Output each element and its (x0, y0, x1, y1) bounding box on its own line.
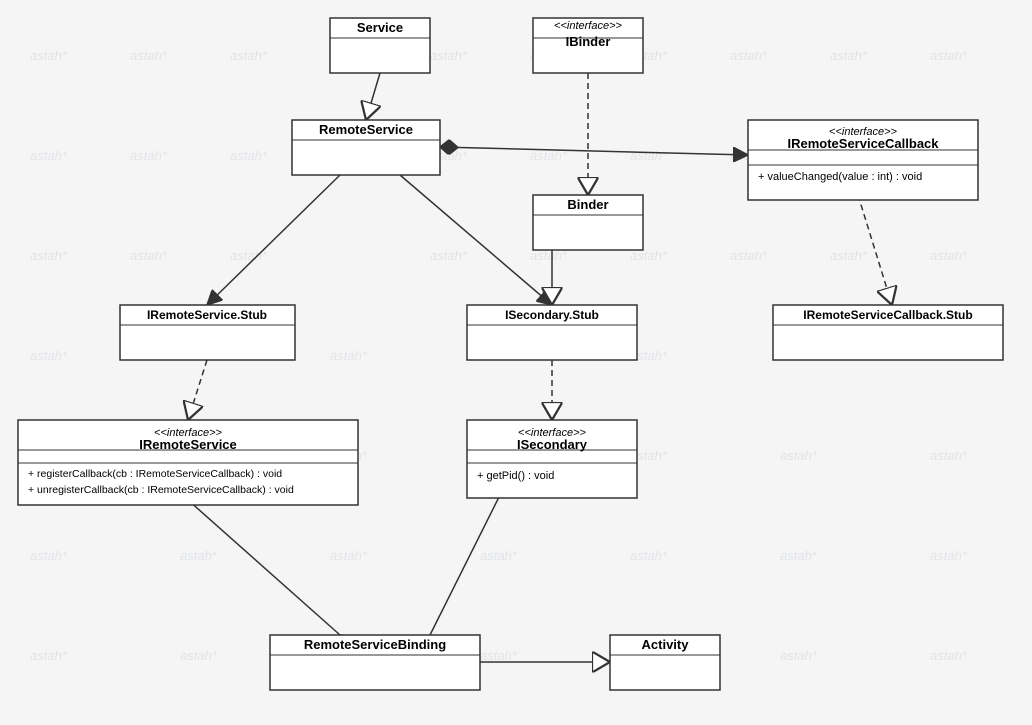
svg-text:astah*: astah* (30, 48, 68, 63)
svg-text:astah*: astah* (430, 248, 468, 263)
svg-text:IRemoteService.Stub: IRemoteService.Stub (147, 308, 267, 322)
svg-text:astah*: astah* (780, 548, 818, 563)
diagram-canvas: astah* astah* astah* astah* astah* astah… (0, 0, 1032, 725)
svg-text:RemoteService: RemoteService (319, 122, 413, 137)
svg-text:astah*: astah* (30, 348, 68, 363)
class-IRemoteServiceCallback-Stub: IRemoteServiceCallback.Stub (773, 305, 1003, 360)
svg-text:astah*: astah* (30, 648, 68, 663)
svg-text:astah*: astah* (430, 48, 468, 63)
svg-text:astah*: astah* (930, 548, 968, 563)
class-Binder: Binder (533, 195, 643, 250)
svg-text:astah*: astah* (30, 148, 68, 163)
svg-text:astah*: astah* (30, 548, 68, 563)
svg-text:+ valueChanged(value : int) :: + valueChanged(value : int) : void (758, 171, 922, 183)
svg-text:astah*: astah* (930, 248, 968, 263)
svg-text:astah*: astah* (180, 548, 218, 563)
svg-text:ISecondary: ISecondary (517, 437, 588, 452)
svg-text:astah*: astah* (130, 248, 168, 263)
svg-text:<<interface>>: <<interface>> (554, 20, 622, 32)
class-IBinder: <<interface>> IBinder (533, 18, 643, 73)
svg-text:+ getPid() : void: + getPid() : void (477, 470, 554, 482)
class-RemoteService: RemoteService (292, 120, 440, 175)
class-RemoteServiceBinding: RemoteServiceBinding (270, 635, 480, 690)
svg-text:astah*: astah* (480, 648, 518, 663)
svg-text:astah*: astah* (830, 48, 868, 63)
class-ISecondary-Stub: ISecondary.Stub (467, 305, 637, 360)
svg-text:astah*: astah* (130, 148, 168, 163)
svg-text:astah*: astah* (130, 48, 168, 63)
svg-text:astah*: astah* (930, 48, 968, 63)
svg-text:+ unregisterCallback(cb : IRem: + unregisterCallback(cb : IRemoteService… (28, 484, 294, 496)
class-IRemoteService: <<interface>> IRemoteService + registerC… (18, 420, 358, 505)
svg-text:astah*: astah* (930, 648, 968, 663)
svg-text:Activity: Activity (642, 637, 690, 652)
svg-text:IBinder: IBinder (566, 34, 611, 49)
svg-text:astah*: astah* (730, 48, 768, 63)
svg-text:astah*: astah* (630, 148, 668, 163)
svg-text:astah*: astah* (480, 548, 518, 563)
class-Activity: Activity (610, 635, 720, 690)
svg-text:astah*: astah* (230, 48, 268, 63)
class-Service: Service (330, 18, 430, 73)
svg-text:Service: Service (357, 20, 403, 35)
svg-text:astah*: astah* (230, 148, 268, 163)
svg-text:astah*: astah* (780, 448, 818, 463)
svg-text:IRemoteService: IRemoteService (139, 437, 237, 452)
svg-text:astah*: astah* (330, 348, 368, 363)
svg-text:astah*: astah* (780, 648, 818, 663)
svg-text:astah*: astah* (630, 548, 668, 563)
svg-text:IRemoteServiceCallback.Stub: IRemoteServiceCallback.Stub (803, 308, 972, 322)
class-IRemoteServiceCallback: <<interface>> IRemoteServiceCallback + v… (748, 120, 978, 200)
svg-text:astah*: astah* (730, 248, 768, 263)
svg-text:astah*: astah* (830, 248, 868, 263)
svg-text:ISecondary.Stub: ISecondary.Stub (505, 308, 599, 322)
class-ISecondary: <<interface>> ISecondary + getPid() : vo… (467, 420, 637, 498)
svg-text:RemoteServiceBinding: RemoteServiceBinding (304, 637, 446, 652)
svg-text:astah*: astah* (180, 648, 218, 663)
uml-diagram-svg: astah* astah* astah* astah* astah* astah… (0, 0, 1032, 725)
class-IRemoteService-Stub: IRemoteService.Stub (120, 305, 295, 360)
svg-text:+ registerCallback(cb : IRemot: + registerCallback(cb : IRemoteServiceCa… (28, 468, 282, 480)
svg-text:Binder: Binder (567, 197, 608, 212)
svg-text:astah*: astah* (930, 448, 968, 463)
svg-text:IRemoteServiceCallback: IRemoteServiceCallback (787, 136, 939, 151)
svg-text:astah*: astah* (330, 548, 368, 563)
svg-text:astah*: astah* (30, 248, 68, 263)
